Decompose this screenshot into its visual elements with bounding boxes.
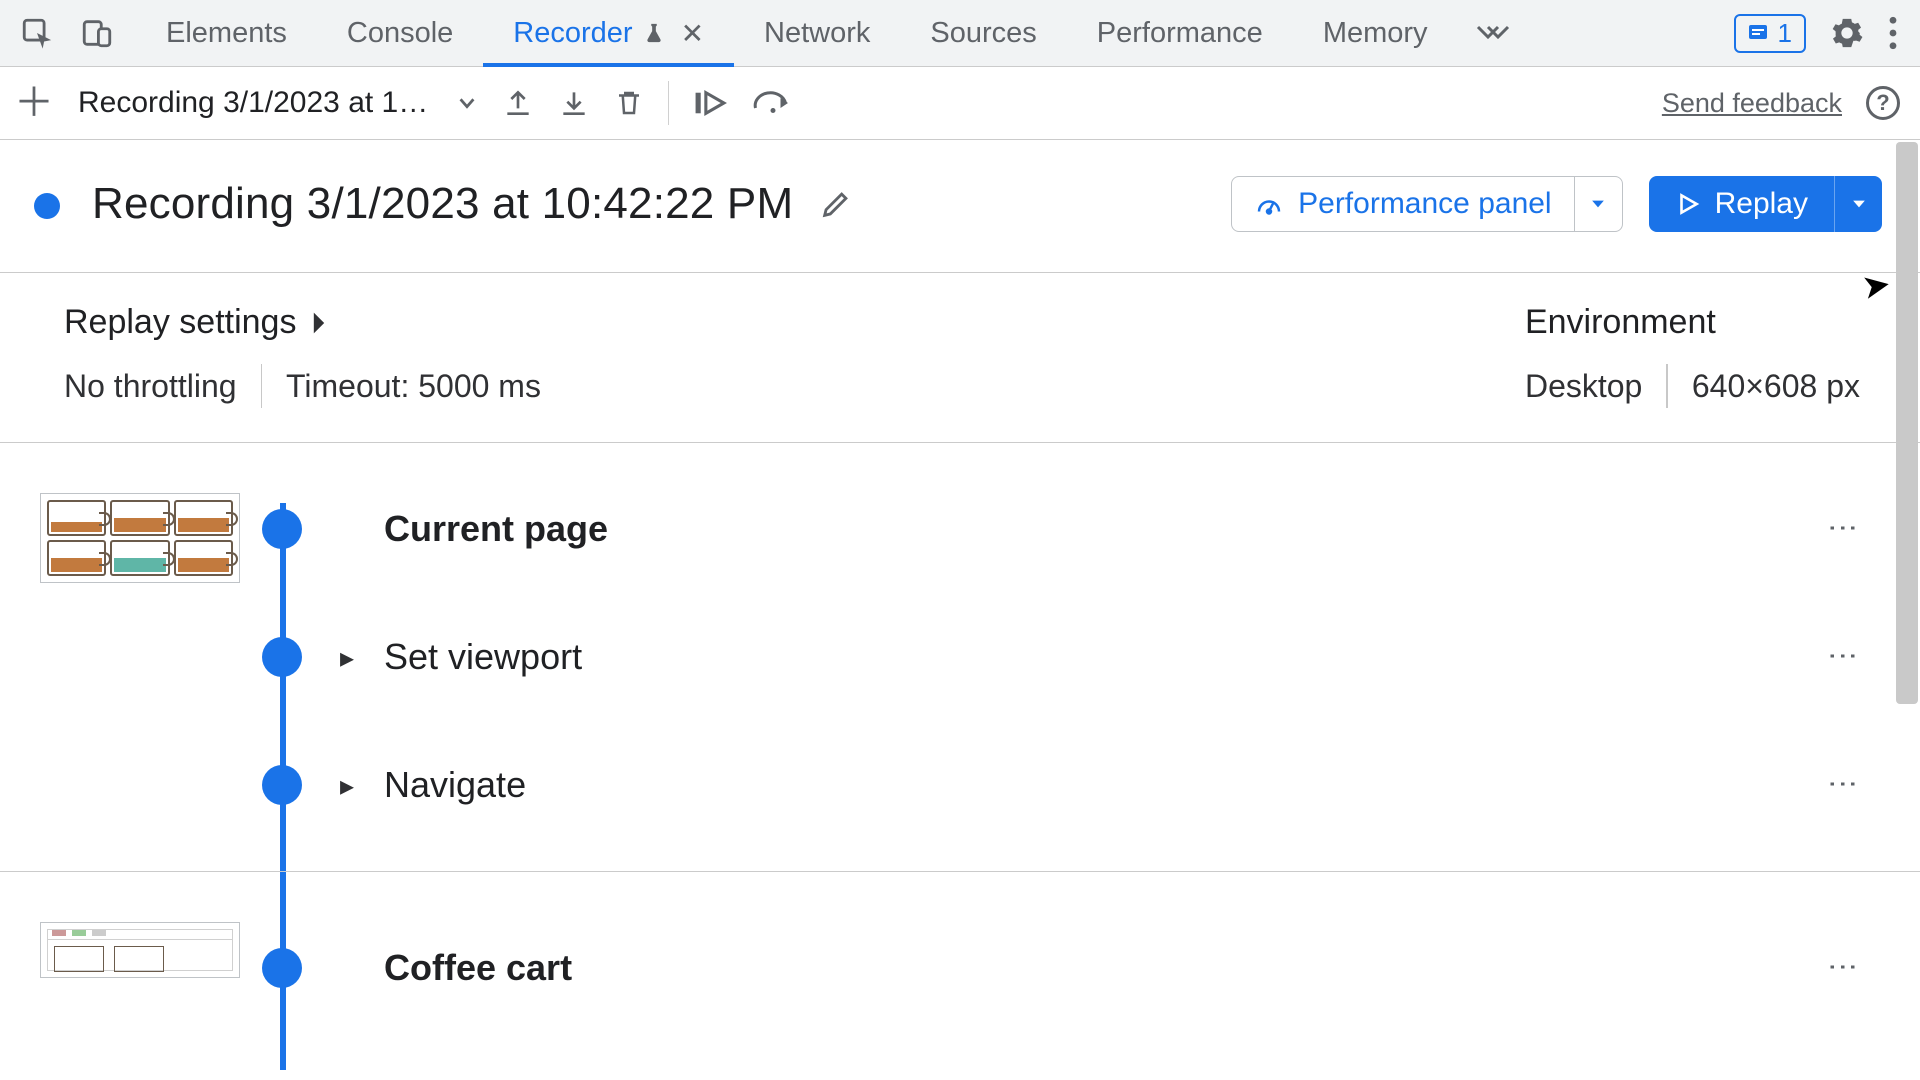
replay-dropdown[interactable] [1834,176,1882,232]
settings-icon[interactable] [1830,16,1864,50]
replay-settings-toggle[interactable]: Replay settings [64,303,541,342]
step-menu-icon[interactable]: ⋮ [1825,952,1860,984]
timeout-value: Timeout: 5000 ms [286,368,541,405]
step-section: Coffee cart ⋮ [0,871,1920,1070]
recording-selector-label: Recording 3/1/2023 at 10… [78,86,438,120]
scrollbar[interactable] [1896,142,1918,1078]
replay-button[interactable]: Replay [1649,176,1882,232]
tab-overflow[interactable] [1458,0,1526,66]
step-title: Current page [384,508,608,550]
recording-status-dot [34,193,60,219]
tab-recorder[interactable]: Recorder ✕ [483,0,734,66]
new-recording-button[interactable]: ＋ [14,83,54,123]
step-current-page[interactable]: Current page ⋮ [0,493,1920,565]
timeline-node [262,637,302,677]
close-tab-icon[interactable]: ✕ [681,17,704,50]
timeline-node [262,948,302,988]
tab-performance[interactable]: Performance [1067,0,1293,66]
step-coffee-cart[interactable]: Coffee cart ⋮ [0,932,1920,1004]
recording-selector[interactable]: Recording 3/1/2023 at 10… [78,86,478,120]
step-menu-icon[interactable]: ⋮ [1825,769,1860,801]
disclosure-right-icon [310,310,328,336]
edit-title-icon[interactable] [819,187,853,221]
steps-timeline: Current page ⋮ ▸ Set viewport ⋮ ▸ Naviga… [0,443,1920,1070]
step-menu-icon[interactable]: ⋮ [1825,641,1860,673]
step-title: Navigate [384,764,526,806]
delete-icon[interactable] [614,86,644,120]
performance-panel-label: Performance panel [1298,187,1551,221]
timeline-node [262,765,302,805]
step-title: Set viewport [384,636,582,678]
play-icon [1675,191,1701,217]
step-set-viewport[interactable]: ▸ Set viewport ⋮ [0,621,1920,693]
disclosure-right-icon[interactable]: ▸ [340,769,354,802]
export-icon[interactable] [502,87,534,119]
step-navigate[interactable]: ▸ Navigate ⋮ [0,749,1920,821]
tab-elements[interactable]: Elements [136,0,317,66]
recording-header: Recording 3/1/2023 at 10:42:22 PM Perfor… [0,140,1920,273]
tab-sources[interactable]: Sources [900,0,1066,66]
throttling-value: No throttling [64,368,237,405]
environment-heading: Environment [1525,303,1716,342]
divider [261,364,263,408]
gauge-icon [1254,189,1284,219]
kebab-menu-icon[interactable] [1888,16,1898,50]
performance-panel-dropdown[interactable] [1574,177,1622,231]
step-menu-icon[interactable]: ⋮ [1825,513,1860,545]
step-section: Current page ⋮ ▸ Set viewport ⋮ ▸ Naviga… [0,443,1920,871]
step-over-icon[interactable] [753,89,793,117]
divider [668,81,669,125]
disclosure-right-icon[interactable]: ▸ [340,641,354,674]
device-toolbar-icon[interactable] [80,16,114,50]
send-feedback-link[interactable]: Send feedback [1662,88,1842,119]
inspect-element-icon[interactable] [20,16,54,50]
issues-count: 1 [1778,18,1792,49]
timeline-node [262,509,302,549]
divider [1666,364,1668,408]
step-title: Coffee cart [384,947,572,989]
settings-row: Replay settings No throttling Timeout: 5… [0,273,1920,443]
performance-panel-button[interactable]: Performance panel [1231,176,1622,232]
tab-memory[interactable]: Memory [1293,0,1458,66]
help-icon[interactable]: ? [1866,86,1900,120]
recorder-toolbar: ＋ Recording 3/1/2023 at 10… Send feedbac… [0,67,1920,140]
step-replay-icon[interactable] [693,87,729,119]
tab-network[interactable]: Network [734,0,900,66]
recording-title: Recording 3/1/2023 at 10:42:22 PM [92,179,793,229]
devtools-tabstrip: Elements Console Recorder ✕ Network Sour… [0,0,1920,67]
issues-badge[interactable]: 1 [1734,14,1806,53]
environment-viewport: 640×608 px [1692,368,1860,405]
import-icon[interactable] [558,87,590,119]
experiment-icon [643,20,665,46]
replay-label: Replay [1715,187,1808,221]
environment-device: Desktop [1525,368,1642,405]
tab-console[interactable]: Console [317,0,483,66]
chevron-down-icon [456,92,478,114]
